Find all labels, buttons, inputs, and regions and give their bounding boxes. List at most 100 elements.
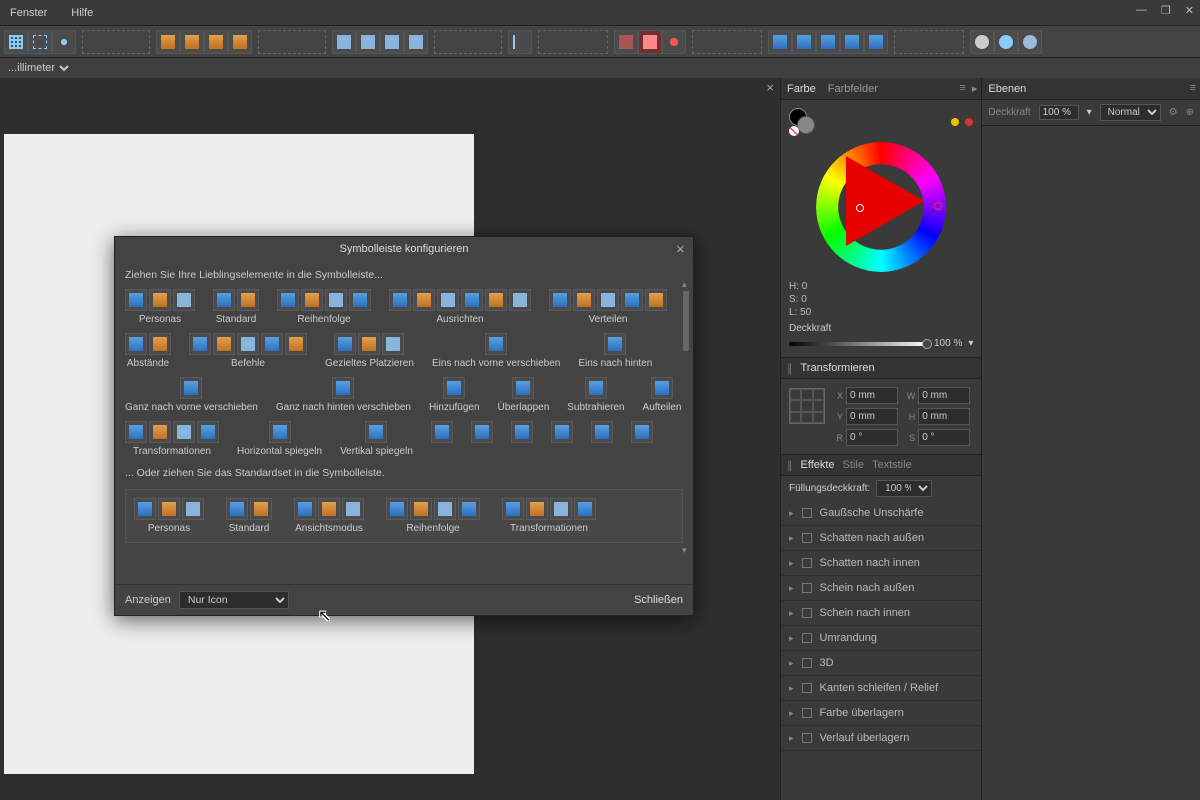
tab-styles[interactable]: Stile: [843, 459, 864, 471]
menu-window[interactable]: Fenster: [10, 7, 47, 19]
tool-icon[interactable]: [237, 333, 259, 355]
order-back-icon[interactable]: [228, 30, 252, 54]
picker-icon[interactable]: [951, 118, 959, 126]
tool-icon[interactable]: [358, 333, 380, 355]
tool-icon[interactable]: [591, 421, 613, 443]
effect-item[interactable]: ▸Schein nach innen: [781, 601, 981, 626]
layers-blend-select[interactable]: Normal: [1100, 104, 1161, 121]
color-wheel[interactable]: [816, 142, 946, 272]
panel-menu-icon[interactable]: ≡: [1190, 82, 1196, 94]
tool-icon[interactable]: [621, 289, 643, 311]
tool-icon[interactable]: [250, 498, 272, 520]
tool-icon[interactable]: [597, 289, 619, 311]
snap-grid-icon[interactable]: [4, 30, 28, 54]
expand-icon[interactable]: ▸: [789, 683, 794, 694]
toolbar-tool-group[interactable]: [591, 421, 613, 457]
tool-icon[interactable]: [512, 377, 534, 399]
toolbar-tool-group[interactable]: Standard: [226, 498, 272, 534]
opacity-slider[interactable]: [789, 342, 928, 346]
insert-behind-icon[interactable]: [994, 30, 1018, 54]
flip-v-icon[interactable]: [356, 30, 380, 54]
toolbar-tool-group[interactable]: Ansichtsmodus: [294, 498, 364, 534]
transform-x[interactable]: [846, 387, 898, 404]
tool-icon[interactable]: [125, 421, 147, 443]
toolbar-spacer[interactable]: [538, 30, 608, 54]
order-forward-icon[interactable]: [180, 30, 204, 54]
dropdown-icon[interactable]: ▾: [1087, 107, 1092, 118]
effect-item[interactable]: ▸3D: [781, 651, 981, 676]
fill-opacity-select[interactable]: 100 %: [876, 480, 932, 497]
transform-h[interactable]: [918, 408, 970, 425]
tool-icon[interactable]: [334, 333, 356, 355]
tool-icon[interactable]: [226, 498, 248, 520]
grid-toggle-icon[interactable]: [614, 30, 638, 54]
tool-icon[interactable]: [382, 333, 404, 355]
toolbar-tool-group[interactable]: Transformationen: [125, 421, 219, 457]
tool-icon[interactable]: [237, 289, 259, 311]
toolbar-tool-group[interactable]: [431, 421, 453, 457]
tool-icon[interactable]: [197, 421, 219, 443]
tool-icon[interactable]: [604, 333, 626, 355]
tool-icon[interactable]: [173, 421, 195, 443]
tool-icon[interactable]: [173, 289, 195, 311]
insert-inside-icon[interactable]: [1018, 30, 1042, 54]
tool-icon[interactable]: [485, 333, 507, 355]
tool-icon[interactable]: [318, 498, 340, 520]
effect-item[interactable]: ▸Gaußsche Unschärfe: [781, 501, 981, 526]
toolbar-tool-group[interactable]: Eins nach vorne verschieben: [432, 333, 560, 369]
effect-item[interactable]: ▸Schein nach außen: [781, 576, 981, 601]
panel-collapse-icon[interactable]: ▸: [972, 82, 978, 95]
snap-guides-icon[interactable]: [28, 30, 52, 54]
fill-stroke-selector[interactable]: [789, 108, 817, 136]
expand-icon[interactable]: ▸: [789, 583, 794, 594]
toolbar-tool-group[interactable]: Personas: [134, 498, 204, 534]
tool-icon[interactable]: [277, 289, 299, 311]
toolbar-tool-group[interactable]: Aufteilen: [643, 377, 682, 413]
restore-icon[interactable]: ❐: [1161, 4, 1171, 17]
tool-icon[interactable]: [342, 498, 364, 520]
toolbar-spacer[interactable]: [692, 30, 762, 54]
tab-swatches[interactable]: Farbfelder: [828, 83, 878, 95]
toolbar-tool-group[interactable]: [631, 421, 653, 457]
minimize-icon[interactable]: —: [1136, 4, 1147, 17]
effect-item[interactable]: ▸Schatten nach innen: [781, 551, 981, 576]
tool-icon[interactable]: [389, 289, 411, 311]
toolbar-spacer[interactable]: [82, 30, 150, 54]
tool-icon[interactable]: [134, 498, 156, 520]
tool-icon[interactable]: [213, 333, 235, 355]
dialog-scrollbar[interactable]: ▴ ▾: [681, 291, 691, 524]
effect-checkbox[interactable]: [802, 608, 812, 618]
tool-icon[interactable]: [386, 498, 408, 520]
toolbar-tool-group[interactable]: Überlappen: [498, 377, 550, 413]
recent-color-icon[interactable]: [965, 118, 973, 126]
toolbar-tool-group[interactable]: [551, 421, 573, 457]
toolbar-tool-group[interactable]: [471, 421, 493, 457]
insert-target-icon[interactable]: [970, 30, 994, 54]
expand-icon[interactable]: ▸: [789, 708, 794, 719]
close-icon[interactable]: ✕: [1185, 4, 1194, 17]
toolbar-tool-group[interactable]: Gezieltes Platzieren: [325, 333, 414, 369]
rotate-cw-icon[interactable]: [404, 30, 428, 54]
order-backward-icon[interactable]: [204, 30, 228, 54]
tool-icon[interactable]: [301, 289, 323, 311]
transform-y[interactable]: [846, 408, 898, 425]
tool-icon[interactable]: [149, 333, 171, 355]
toolbar-tool-group[interactable]: Personas: [125, 289, 195, 325]
effect-item[interactable]: ▸Farbe überlagern: [781, 701, 981, 726]
toolbar-tool-group[interactable]: Abstände: [125, 333, 171, 369]
tool-icon[interactable]: [410, 498, 432, 520]
effect-checkbox[interactable]: [802, 583, 812, 593]
menu-help[interactable]: Hilfe: [71, 7, 93, 19]
effect-checkbox[interactable]: [802, 658, 812, 668]
tool-icon[interactable]: [550, 498, 572, 520]
tab-color[interactable]: Farbe: [787, 83, 816, 95]
dialog-close-icon[interactable]: ✕: [676, 243, 685, 256]
tool-icon[interactable]: [585, 377, 607, 399]
tool-icon[interactable]: [182, 498, 204, 520]
snap-object-icon[interactable]: [52, 30, 76, 54]
tool-icon[interactable]: [549, 289, 571, 311]
tool-icon[interactable]: [551, 421, 573, 443]
tool-icon[interactable]: [294, 498, 316, 520]
tool-icon[interactable]: [471, 421, 493, 443]
opacity-dropdown-icon[interactable]: ▾: [968, 338, 973, 349]
